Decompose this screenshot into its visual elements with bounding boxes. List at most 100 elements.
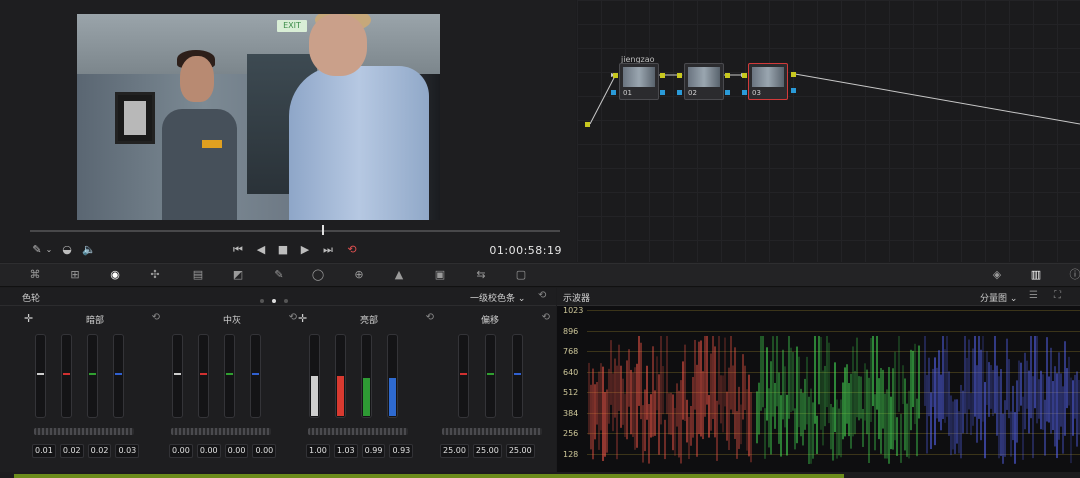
node-03-key-port[interactable] bbox=[742, 90, 747, 95]
settings-icon[interactable]: ☰ bbox=[1029, 290, 1038, 301]
window-icon[interactable]: ◯ bbox=[309, 267, 327, 283]
node-01-input-port[interactable] bbox=[613, 73, 618, 78]
node-03-output-port[interactable] bbox=[791, 72, 796, 77]
3d-icon[interactable]: ▢ bbox=[512, 267, 530, 283]
skip-to-end-icon[interactable]: ⏭ bbox=[320, 242, 336, 258]
source-port[interactable] bbox=[585, 122, 590, 127]
node-02[interactable]: 02 bbox=[684, 63, 724, 100]
color-wheels-icon[interactable]: ◉ bbox=[106, 267, 124, 283]
chevron-down-icon[interactable]: ⌄ bbox=[44, 242, 54, 258]
wheel-group-gain: ✛ 亮部 ⟲ 1.00 1.03 0.99 0.93 bbox=[298, 310, 434, 460]
slider-g[interactable] bbox=[361, 334, 372, 418]
slider-y[interactable] bbox=[172, 334, 183, 418]
node-02-key-output-port[interactable] bbox=[725, 90, 730, 95]
wheel-label: 偏移 bbox=[480, 316, 499, 326]
value-g[interactable]: 25.00 bbox=[472, 444, 502, 458]
playhead[interactable] bbox=[321, 225, 324, 235]
timecode: 01:00:58:19 bbox=[489, 244, 562, 257]
node-02-output-port[interactable] bbox=[725, 73, 730, 78]
value-y[interactable]: 1.00 bbox=[306, 444, 330, 458]
master-jog-wheel[interactable] bbox=[171, 428, 271, 435]
value-r[interactable]: 25.00 bbox=[440, 444, 469, 458]
stop-icon[interactable]: ■ bbox=[276, 242, 290, 258]
wheels-mode-select[interactable]: 一级校色条 ⌄ bbox=[470, 291, 525, 304]
value-r[interactable]: 0.02 bbox=[59, 444, 84, 458]
value-b[interactable]: 25.00 bbox=[505, 444, 535, 458]
reset-all-icon[interactable]: ⟲ bbox=[538, 290, 546, 301]
reset-icon[interactable]: ⟲ bbox=[289, 312, 297, 323]
node-03-input-port[interactable] bbox=[742, 73, 747, 78]
value-r[interactable]: 0.00 bbox=[196, 444, 221, 458]
slider-r[interactable] bbox=[61, 334, 72, 418]
slider-b[interactable] bbox=[250, 334, 261, 418]
value-r[interactable]: 1.03 bbox=[333, 444, 358, 458]
value-g[interactable]: 0.99 bbox=[361, 444, 386, 458]
color-match-icon[interactable]: ⊞ bbox=[66, 267, 84, 283]
node-01-output-port[interactable] bbox=[660, 73, 665, 78]
master-jog-wheel[interactable] bbox=[34, 428, 134, 435]
value-y[interactable]: 0.00 bbox=[169, 444, 193, 458]
node-editor[interactable] bbox=[577, 0, 1080, 262]
node-03[interactable]: 03 bbox=[748, 63, 788, 100]
motion-effects-icon[interactable]: ◩ bbox=[229, 267, 247, 283]
value-y[interactable]: 0.01 bbox=[32, 444, 56, 458]
slider-g[interactable] bbox=[485, 334, 496, 418]
slider-r[interactable] bbox=[198, 334, 209, 418]
scope-mode-select[interactable]: 分量图 ⌄ bbox=[980, 291, 1017, 304]
highlight-icon[interactable]: ◒ bbox=[60, 242, 74, 258]
node-01-key-port[interactable] bbox=[611, 90, 616, 95]
skip-to-start-icon[interactable]: ⏮ bbox=[230, 242, 246, 258]
wheels-title: 色轮 bbox=[22, 294, 41, 304]
value-g[interactable]: 0.00 bbox=[224, 444, 249, 458]
slider-g[interactable] bbox=[87, 334, 98, 418]
scene-badge bbox=[202, 140, 222, 148]
reset-icon[interactable]: ⟲ bbox=[152, 312, 160, 323]
info-icon[interactable]: ⓘ bbox=[1066, 267, 1080, 283]
reset-icon[interactable]: ⟲ bbox=[542, 312, 550, 323]
scopes-icon[interactable]: ▥ bbox=[1027, 267, 1045, 283]
node-02-input-port[interactable] bbox=[677, 73, 682, 78]
tracker-icon[interactable]: ⊕ bbox=[350, 267, 368, 283]
play-icon[interactable]: ▶ bbox=[298, 242, 312, 258]
value-b[interactable]: 0.93 bbox=[389, 444, 414, 458]
hdr-wheels-icon[interactable]: ✣ bbox=[146, 267, 164, 283]
master-jog-wheel[interactable] bbox=[308, 428, 408, 435]
node-number: 03 bbox=[752, 89, 761, 97]
page-dots[interactable] bbox=[256, 295, 292, 306]
key-icon[interactable]: ▣ bbox=[431, 267, 449, 283]
loop-icon[interactable]: ⟲ bbox=[344, 242, 360, 258]
node-01[interactable]: 01 bbox=[619, 63, 659, 100]
scope-header: 示波器 分量图 ⌄ ☰ ⛶ bbox=[557, 288, 1080, 306]
expand-icon[interactable]: ⛶ bbox=[1054, 290, 1061, 301]
slider-r[interactable] bbox=[458, 334, 469, 418]
scrubber-bar[interactable] bbox=[30, 225, 560, 235]
blur-icon[interactable]: ▲ bbox=[390, 267, 408, 283]
eyedropper-icon[interactable]: ✎ bbox=[30, 242, 44, 258]
node-01-key-output-port[interactable] bbox=[660, 90, 665, 95]
wheels-mode-label: 一级校色条 bbox=[470, 294, 516, 304]
slider-y[interactable] bbox=[309, 334, 320, 418]
qualifier-icon[interactable]: ✎ bbox=[270, 267, 288, 283]
slider-b[interactable] bbox=[387, 334, 398, 418]
value-b[interactable]: 0.00 bbox=[252, 444, 277, 458]
camera-raw-icon[interactable]: ⌘ bbox=[26, 267, 44, 283]
video-frame[interactable]: EXIT bbox=[77, 14, 440, 220]
value-g[interactable]: 0.02 bbox=[87, 444, 112, 458]
value-b[interactable]: 0.03 bbox=[115, 444, 140, 458]
slider-b[interactable] bbox=[113, 334, 124, 418]
speaker-icon[interactable]: 🔈 bbox=[82, 242, 96, 258]
rgb-mixer-icon[interactable]: ▤ bbox=[189, 267, 207, 283]
play-reverse-icon[interactable]: ◀ bbox=[254, 242, 268, 258]
slider-y[interactable] bbox=[35, 334, 46, 418]
master-jog-wheel[interactable] bbox=[442, 428, 542, 435]
lightbox-icon[interactable]: ◈ bbox=[988, 267, 1006, 283]
slider-r[interactable] bbox=[335, 334, 346, 418]
node-02-key-port[interactable] bbox=[677, 90, 682, 95]
slider-b[interactable] bbox=[512, 334, 523, 418]
wheel-label: 中灰 bbox=[222, 316, 241, 326]
scene-woman-head bbox=[180, 56, 214, 102]
node-03-key-output-port[interactable] bbox=[791, 88, 796, 93]
slider-g[interactable] bbox=[224, 334, 235, 418]
wheel-label: 亮部 bbox=[359, 316, 378, 326]
sizing-icon[interactable]: ⇆ bbox=[472, 267, 490, 283]
